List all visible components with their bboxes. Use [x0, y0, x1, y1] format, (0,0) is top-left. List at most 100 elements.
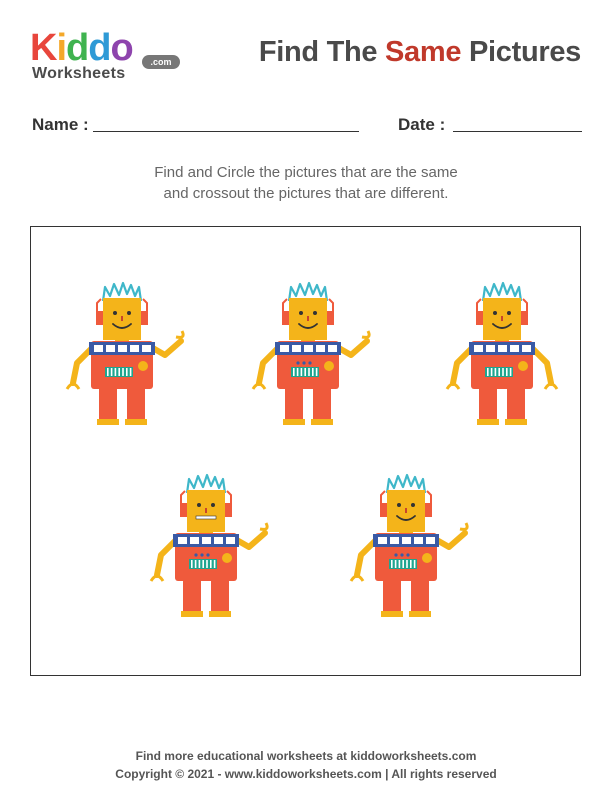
instructions: Find and Circle the pictures that are th…	[0, 162, 612, 204]
robot-vent-slat	[413, 560, 416, 568]
robot-leg-left	[383, 579, 401, 611]
robot-dot	[200, 553, 204, 557]
robot-dot	[400, 553, 404, 557]
robot-band-light	[190, 537, 199, 544]
robot-vent-slat	[296, 368, 299, 376]
robot-band-light	[328, 345, 337, 352]
robot-vent-slat	[394, 560, 397, 568]
robot-leg-left	[99, 387, 117, 419]
robot-vent-slat	[494, 368, 497, 376]
robot-vent-slat	[202, 560, 204, 568]
robot-ear-right	[140, 311, 148, 325]
logo-letter: o	[110, 27, 133, 69]
robot-dot	[296, 361, 300, 365]
robot-eye-left	[197, 503, 201, 507]
robot-nose	[307, 316, 309, 321]
title-prefix: Find The	[258, 36, 378, 68]
robot-nose	[121, 316, 123, 321]
robot-band-light	[118, 345, 127, 352]
robot-vent-slat	[406, 560, 408, 568]
robot-vent-slat	[198, 560, 201, 568]
robot-vent-slat	[410, 560, 412, 568]
robot-eye-left	[113, 311, 117, 315]
robot-band-light	[106, 345, 115, 352]
robot-band-light	[522, 345, 531, 352]
robot-ear-left	[96, 311, 104, 325]
title-accent: Same	[385, 36, 462, 68]
robot-vent-slat	[107, 368, 109, 376]
robot-ear-right	[224, 503, 232, 517]
footer-line-2: Copyright © 2021 - www.kiddoworksheets.c…	[115, 767, 497, 781]
robot-dot	[406, 553, 410, 557]
robot-2[interactable]	[241, 279, 371, 431]
robot-foot-left	[381, 611, 403, 617]
robot-1[interactable]	[55, 279, 185, 431]
robot-vent-slat	[490, 368, 493, 376]
robot-eye-right	[313, 311, 317, 315]
robot-vent-slat	[498, 368, 500, 376]
robot-claw-right	[459, 522, 469, 531]
robot-eye-right	[507, 311, 511, 315]
robot-arm-right	[148, 338, 184, 358]
robot-leg-right	[211, 579, 229, 611]
robot-vent-slat	[315, 368, 318, 376]
logo-letter: d	[66, 27, 89, 69]
robot-eye-left	[493, 311, 497, 315]
robot-eye-right	[411, 503, 415, 507]
robot-band-light	[226, 537, 235, 544]
name-line[interactable]	[93, 131, 359, 132]
robot-vent-slat	[129, 368, 132, 376]
robot-band-light	[474, 345, 483, 352]
page-title: Find The Same Pictures	[259, 36, 581, 69]
instruction-line: and crossout the pictures that are diffe…	[163, 185, 449, 202]
robot-vent-slat	[213, 560, 216, 568]
title-suffix: Pictures	[468, 36, 581, 68]
robot-eye-right	[211, 503, 215, 507]
robot-3[interactable]	[435, 279, 565, 431]
robot-vent-slat	[110, 368, 113, 376]
robot-band-light	[214, 537, 223, 544]
robot-band-light	[390, 537, 399, 544]
robot-chest-button	[422, 553, 432, 563]
robot-claw-right	[259, 522, 269, 531]
robot-dot	[206, 553, 210, 557]
robot-band-light	[510, 345, 519, 352]
robot-5[interactable]	[339, 471, 469, 623]
robot-vent-slat	[210, 560, 212, 568]
robot-foot-right	[311, 419, 333, 425]
robot-mouth-flat	[195, 515, 217, 520]
robot-foot-right	[505, 419, 527, 425]
robot-vent-slat	[194, 560, 197, 568]
robot-band-light	[142, 345, 151, 352]
robot-band-light	[130, 345, 139, 352]
date-line[interactable]	[453, 131, 582, 132]
robot-band-light	[498, 345, 507, 352]
robot-foot-right	[209, 611, 231, 617]
robot-chest-button	[324, 361, 334, 371]
robot-claw-left	[445, 382, 461, 390]
robot-vent-slat	[122, 368, 124, 376]
robot-claw-left	[349, 574, 365, 582]
robot-ear-left	[180, 503, 188, 517]
robot-band-light	[486, 345, 495, 352]
robot-band-light	[414, 537, 423, 544]
robot-leg-left	[479, 387, 497, 419]
robot-foot-left	[181, 611, 203, 617]
robot-4[interactable]	[139, 471, 269, 623]
robot-claw-right	[361, 330, 371, 339]
footer-line-1: Find more educational worksheets at kidd…	[135, 749, 477, 763]
logo-letter: K	[30, 27, 57, 69]
logo-wordmark: Kiddo	[30, 27, 134, 69]
robot-chest-button	[518, 361, 528, 371]
robot-vent-slat	[402, 560, 404, 568]
robot-vent-slat	[191, 560, 193, 568]
robot-band-light	[402, 537, 411, 544]
robot-leg-right	[127, 387, 145, 419]
robot-foot-left	[97, 419, 119, 425]
kiddo-logo: Kiddo Worksheets .com	[30, 28, 180, 84]
robot-nose	[501, 316, 503, 321]
robot-band-light	[94, 345, 103, 352]
robot-nose	[405, 508, 407, 513]
date-label: Date :	[398, 115, 446, 134]
robot-chest-button	[222, 553, 232, 563]
